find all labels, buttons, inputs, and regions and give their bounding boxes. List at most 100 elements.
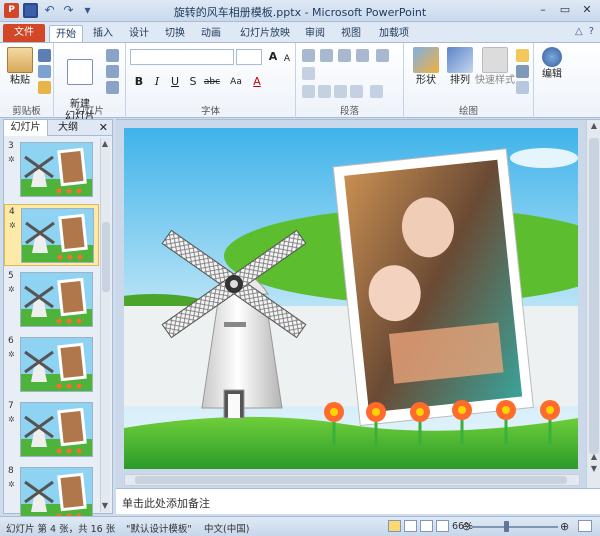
tab-animations[interactable]: 动画 <box>196 25 226 42</box>
new-slide-icon <box>67 59 93 85</box>
slide-horizontal-scrollbar[interactable] <box>124 474 580 486</box>
underline-button[interactable]: U <box>168 75 182 89</box>
animation-star-icon: ✲ <box>8 480 15 489</box>
shape-fill-icon[interactable] <box>516 49 529 62</box>
align-center-icon[interactable] <box>318 85 331 98</box>
theme-status[interactable]: "默认设计模板" <box>126 521 192 535</box>
normal-view-icon[interactable] <box>388 520 401 532</box>
tab-slideshow[interactable]: 幻灯片放映 <box>236 25 294 42</box>
scroll-up-arrow[interactable]: ▲ <box>587 120 600 132</box>
bold-button[interactable]: B <box>132 75 146 89</box>
shape-button[interactable]: 形状 <box>408 47 444 87</box>
panel-scrollbar[interactable]: ▲ ▼ <box>100 138 110 512</box>
previous-slide-icon[interactable]: ▲ <box>587 451 600 463</box>
shape-effects-icon[interactable] <box>516 81 529 94</box>
fit-to-window-icon[interactable] <box>578 520 592 532</box>
align-left-icon[interactable] <box>302 85 315 98</box>
tab-review[interactable]: 审阅 <box>300 25 330 42</box>
numbering-icon[interactable] <box>320 49 333 62</box>
tab-slides-panel[interactable]: 幻灯片 <box>4 120 48 136</box>
slide-artwork <box>124 128 578 469</box>
panel-scroll-thumb[interactable] <box>102 222 110 292</box>
slide-sorter-view-icon[interactable] <box>404 520 417 532</box>
slide-thumbnail[interactable]: 3 ✲ <box>4 139 99 201</box>
zoom-in-icon[interactable]: ⊕ <box>560 520 569 533</box>
status-bar: 幻灯片 第 4 张，共 16 张 "默认设计模板" 中文(中国) 66% ⊖ ⊕ <box>0 516 600 536</box>
tab-file[interactable]: 文件 <box>3 24 45 42</box>
font-name-combo[interactable] <box>130 49 234 65</box>
bullets-icon[interactable] <box>302 49 315 62</box>
justify-icon[interactable] <box>350 85 363 98</box>
tab-transitions[interactable]: 切换 <box>160 25 190 42</box>
slide-preview <box>20 142 93 197</box>
tab-outline-panel[interactable]: 大纲 <box>50 120 86 136</box>
slide-canvas[interactable] <box>124 128 578 469</box>
line-spacing-icon[interactable] <box>376 49 389 62</box>
slide-thumbnail[interactable]: 7 ✲ <box>4 399 99 461</box>
reading-view-icon[interactable] <box>420 520 433 532</box>
tab-view[interactable]: 视图 <box>336 25 366 42</box>
slideshow-view-icon[interactable] <box>436 520 449 532</box>
shrink-font-button[interactable]: A <box>280 52 294 66</box>
ribbon-tabs: 文件 开始 插入 设计 切换 动画 幻灯片放映 审阅 视图 加载项 △ ? <box>0 22 600 42</box>
reset-icon[interactable] <box>106 65 119 78</box>
maximize-button[interactable]: ▭ <box>558 3 572 17</box>
zoom-slider-thumb[interactable] <box>504 521 509 532</box>
slide-thumbnail[interactable]: 4 ✲ <box>4 204 99 266</box>
grow-font-button[interactable]: A <box>266 50 280 64</box>
minimize-button[interactable]: – <box>536 3 550 17</box>
next-slide-icon[interactable]: ▼ <box>587 463 600 475</box>
tab-addins[interactable]: 加载项 <box>374 25 414 42</box>
notes-pane[interactable]: 单击此处添加备注 <box>116 488 600 514</box>
slide-preview <box>20 402 93 457</box>
close-button[interactable]: ✕ <box>580 3 594 17</box>
italic-button[interactable]: I <box>150 75 164 89</box>
font-color-button[interactable]: A <box>250 75 264 89</box>
copy-icon[interactable] <box>38 65 51 78</box>
title-bar: P ↶ ↷ ▾ 旋转的风车相册模板.pptx - Microsoft Power… <box>0 0 600 22</box>
decrease-indent-icon[interactable] <box>338 49 351 62</box>
horizontal-scroll-thumb[interactable] <box>135 476 567 484</box>
cut-icon[interactable] <box>38 49 51 62</box>
language-status[interactable]: 中文(中国) <box>204 521 249 535</box>
scroll-down-arrow[interactable]: ▼ <box>100 500 110 512</box>
arrange-label: 排列 <box>450 75 470 86</box>
slide-vertical-scrollbar[interactable]: ▲ ▲ ▼ <box>586 120 600 489</box>
notes-placeholder[interactable]: 单击此处添加备注 <box>122 495 210 511</box>
quick-styles-button[interactable]: 快速样式 <box>474 47 516 87</box>
align-right-icon[interactable] <box>334 85 347 98</box>
text-direction-icon[interactable] <box>302 67 315 80</box>
group-title-paragraph: 段落 <box>339 106 359 117</box>
arrange-icon <box>447 47 473 73</box>
layout-icon[interactable] <box>106 49 119 62</box>
columns-icon[interactable] <box>370 85 383 98</box>
font-size-combo[interactable] <box>236 49 262 65</box>
close-panel-icon[interactable]: ✕ <box>99 121 108 134</box>
editing-button[interactable]: 编辑 <box>536 47 568 81</box>
zoom-out-icon[interactable]: ⊖ <box>462 520 471 533</box>
paste-button[interactable]: 粘贴 <box>2 47 38 87</box>
animation-star-icon: ✲ <box>8 350 15 359</box>
editing-label: 编辑 <box>542 69 562 80</box>
increase-indent-icon[interactable] <box>356 49 369 62</box>
slide-scroll-thumb[interactable] <box>589 138 599 454</box>
minimize-ribbon-icon[interactable]: △ <box>575 26 583 37</box>
group-title-slides: 幻灯片 <box>75 106 104 117</box>
tab-insert[interactable]: 插入 <box>88 25 118 42</box>
slide-number: 7 <box>8 401 14 411</box>
shadow-button[interactable]: S <box>186 75 200 89</box>
change-case-button[interactable]: Aa <box>228 75 244 89</box>
arrange-button[interactable]: 排列 <box>442 47 478 87</box>
shape-outline-icon[interactable] <box>516 65 529 78</box>
slide-thumbnail[interactable]: 5 ✲ <box>4 269 99 331</box>
tab-design[interactable]: 设计 <box>124 25 154 42</box>
strikethrough-button[interactable]: abc <box>202 75 222 89</box>
panel-tabs: 幻灯片 大纲 ✕ <box>4 120 112 136</box>
help-icon[interactable]: ? <box>589 26 594 37</box>
zoom-slider[interactable] <box>472 526 558 528</box>
tab-home[interactable]: 开始 <box>49 25 83 42</box>
section-icon[interactable] <box>106 81 119 94</box>
format-painter-icon[interactable] <box>38 81 51 94</box>
slide-thumbnail[interactable]: 6 ✲ <box>4 334 99 396</box>
scroll-up-arrow[interactable]: ▲ <box>100 138 110 150</box>
